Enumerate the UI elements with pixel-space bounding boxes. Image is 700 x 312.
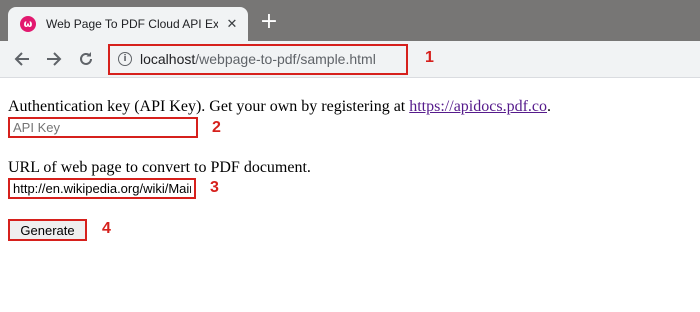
callout-number: 2 <box>212 119 221 136</box>
page-content: Authentication key (API Key). Get your o… <box>0 78 700 312</box>
url-input[interactable] <box>8 178 196 199</box>
back-arrow-icon[interactable] <box>12 49 32 69</box>
auth-label: Authentication key (API Key). Get your o… <box>8 97 551 116</box>
url-text: localhost/webpage-to-pdf/sample.html <box>140 51 376 68</box>
new-tab-icon[interactable]: + <box>258 11 280 33</box>
url-path: /webpage-to-pdf/sample.html <box>195 51 376 67</box>
api-key-input[interactable] <box>8 117 198 138</box>
browser-tab[interactable]: ω Web Page To PDF Cloud API Example ✕ <box>8 7 248 41</box>
address-bar[interactable]: i localhost/webpage-to-pdf/sample.html <box>108 44 408 75</box>
reload-icon[interactable] <box>76 49 96 69</box>
forward-arrow-icon[interactable] <box>44 49 64 69</box>
apidocs-link[interactable]: https://apidocs.pdf.co <box>409 98 547 115</box>
tab-title: Web Page To PDF Cloud API Example <box>46 17 218 31</box>
callout-number: 4 <box>102 220 111 237</box>
pdfco-favicon-icon: ω <box>20 16 36 32</box>
browser-toolbar: i localhost/webpage-to-pdf/sample.html 1 <box>0 41 700 78</box>
callout-number: 3 <box>210 179 219 196</box>
info-icon[interactable]: i <box>118 52 132 66</box>
generate-button[interactable]: Generate <box>8 219 87 241</box>
auth-label-suffix: . <box>547 98 551 115</box>
auth-label-text: Authentication key (API Key). Get your o… <box>8 98 410 115</box>
tab-strip: ω Web Page To PDF Cloud API Example ✕ + <box>0 0 700 41</box>
callout-number: 1 <box>425 49 434 66</box>
url-label: URL of web page to convert to PDF docume… <box>8 159 311 176</box>
url-host: localhost <box>140 51 196 67</box>
close-icon[interactable]: ✕ <box>224 16 240 32</box>
